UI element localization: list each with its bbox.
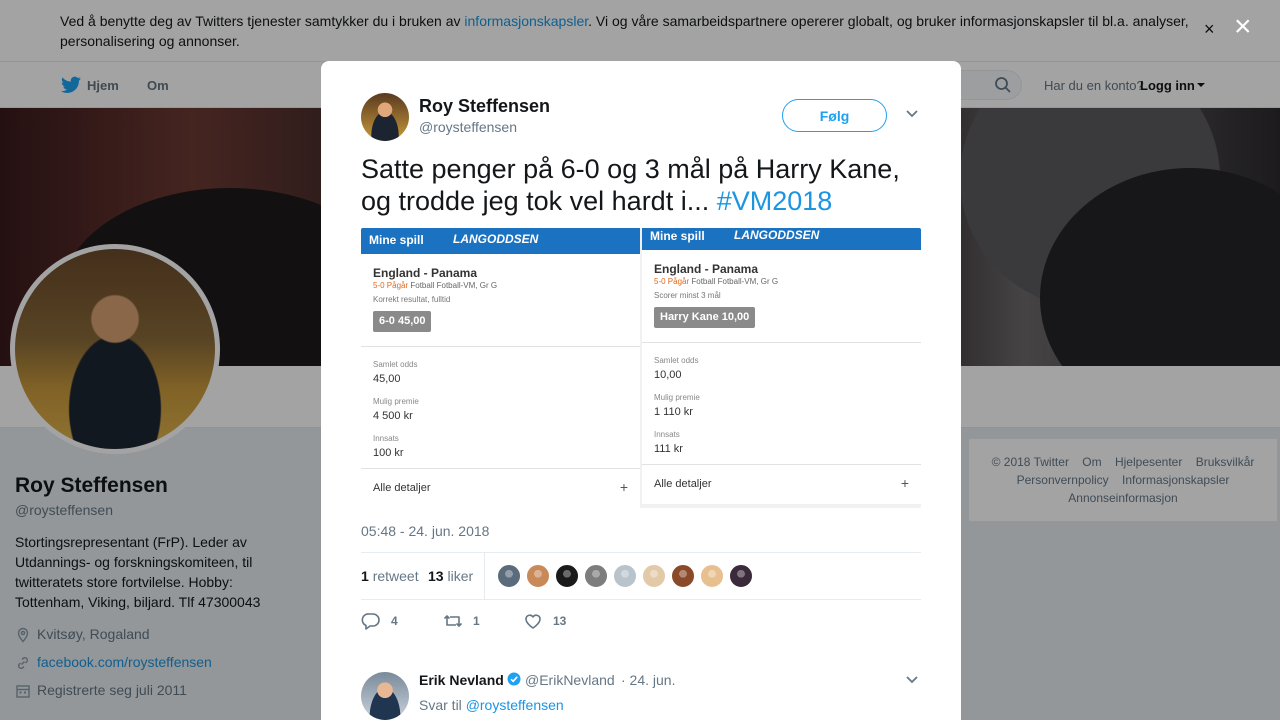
payout-value: 4 500 kr [373, 410, 413, 422]
bet-header: Mine spill LANGODDSEN [361, 228, 640, 254]
odds-label: Samlet odds [654, 356, 699, 365]
tweet-actions: 4 1 13 [361, 609, 921, 633]
hashtag-link[interactable]: #VM2018 [717, 186, 833, 216]
reply-context: Svar til @roysteffensen [419, 697, 564, 713]
chevron-down-icon[interactable] [905, 109, 919, 119]
likes-label: liker [447, 568, 474, 584]
liker-avatar[interactable] [555, 564, 579, 588]
back-link: Mine spill [650, 229, 705, 243]
odds-label: Samlet odds [373, 360, 418, 369]
bet-pick: 6-0 45,00 [373, 311, 432, 332]
retweet-action-count: 1 [473, 614, 480, 628]
reply-author-name[interactable]: Erik Nevland [419, 672, 504, 688]
bet-slip-1[interactable]: Mine spill LANGODDSEN England - Panama 5… [361, 228, 640, 508]
liker-avatar[interactable] [497, 564, 521, 588]
bet-slip-2[interactable]: Mine spill LANGODDSEN England - Panama 5… [642, 228, 921, 504]
bet-market: Scorer minst 3 mål [654, 291, 721, 300]
likes-stat[interactable]: 13 liker [428, 568, 473, 584]
bet-league: Fotball Fotball-VM, Gr G [691, 277, 779, 286]
liker-avatar[interactable] [526, 564, 550, 588]
bet-market: Korrekt resultat, fulltid [373, 295, 451, 304]
liker-avatar[interactable] [671, 564, 695, 588]
tweet-timestamp[interactable]: 05:48 - 24. jun. 2018 [361, 523, 489, 539]
reply-count: 4 [391, 614, 398, 628]
reply-date[interactable]: · 24. jun. [621, 672, 675, 688]
bet-header: Mine spill LANGODDSEN [642, 228, 921, 250]
details-link: Alle detaljer [654, 478, 712, 490]
heart-icon [525, 614, 541, 629]
liker-avatar[interactable] [729, 564, 753, 588]
bet-league: Fotball Fotball-VM, Gr G [410, 281, 498, 290]
divider [361, 346, 640, 347]
reply-to-link[interactable]: @roysteffensen [466, 697, 564, 713]
reply-author-handle[interactable]: @ErikNevland [525, 672, 615, 688]
reply-author-avatar[interactable] [361, 672, 409, 720]
tweet-text: Satte penger på 6-0 og 3 mål på Harry Ka… [361, 153, 931, 217]
follow-button[interactable]: Følg [782, 99, 887, 132]
author-handle[interactable]: @roysteffensen [419, 119, 517, 135]
details-link: Alle detaljer [373, 482, 431, 494]
tweet-modal: Roy Steffensen @roysteffensen Følg Satte… [321, 61, 961, 720]
retweet-count: 1 [361, 568, 369, 584]
payout-label: Mulig premie [654, 393, 700, 402]
payout-label: Mulig premie [373, 397, 419, 406]
divider [642, 342, 921, 343]
author-name[interactable]: Roy Steffensen [419, 96, 550, 117]
divider [484, 553, 485, 599]
author-avatar[interactable] [361, 93, 409, 141]
stake-value: 100 kr [373, 447, 404, 459]
tweet-media[interactable]: Mine spill LANGODDSEN England - Panama 5… [361, 228, 921, 508]
divider [361, 468, 640, 469]
bet-live-score: 5-0 Pågår [373, 281, 409, 290]
plus-icon: + [619, 479, 628, 495]
liker-avatar[interactable] [642, 564, 666, 588]
bet-live-score: 5-0 Pågår [654, 277, 690, 286]
close-icon[interactable]: × [1234, 12, 1252, 42]
odds-value: 10,00 [654, 369, 682, 381]
like-action-count: 13 [553, 614, 567, 628]
bet-live: 5-0 Pågår Fotball Fotball-VM, Gr G [654, 277, 778, 286]
brand-logo: LANGODDSEN [453, 232, 539, 246]
liker-avatar[interactable] [613, 564, 637, 588]
chevron-down-icon[interactable] [905, 675, 919, 685]
retweet-label: retweet [372, 568, 419, 584]
reply-icon [361, 613, 380, 630]
reply-to-label: Svar til [419, 697, 466, 713]
divider [642, 464, 921, 465]
plus-icon: + [900, 475, 909, 491]
back-link: Mine spill [369, 233, 424, 247]
tweet-stats: 1 retweet 13 liker [361, 552, 921, 600]
brand-logo: LANGODDSEN [734, 228, 820, 242]
verified-badge-icon [507, 672, 521, 686]
bet-match: England - Panama [373, 266, 478, 280]
payout-value: 1 110 kr [654, 406, 693, 418]
retweet-icon [443, 615, 463, 627]
likes-count: 13 [428, 568, 444, 584]
odds-value: 45,00 [373, 373, 401, 385]
stake-value: 111 kr [654, 443, 683, 455]
stake-label: Innsats [654, 430, 680, 439]
bet-live: 5-0 Pågår Fotball Fotball-VM, Gr G [373, 281, 497, 290]
retweet-stat[interactable]: 1 retweet [361, 568, 419, 584]
bet-pick: Harry Kane 10,00 [654, 307, 756, 328]
stake-label: Innsats [373, 434, 399, 443]
bet-match: England - Panama [654, 262, 759, 276]
liker-avatar[interactable] [700, 564, 724, 588]
liker-avatar[interactable] [584, 564, 608, 588]
